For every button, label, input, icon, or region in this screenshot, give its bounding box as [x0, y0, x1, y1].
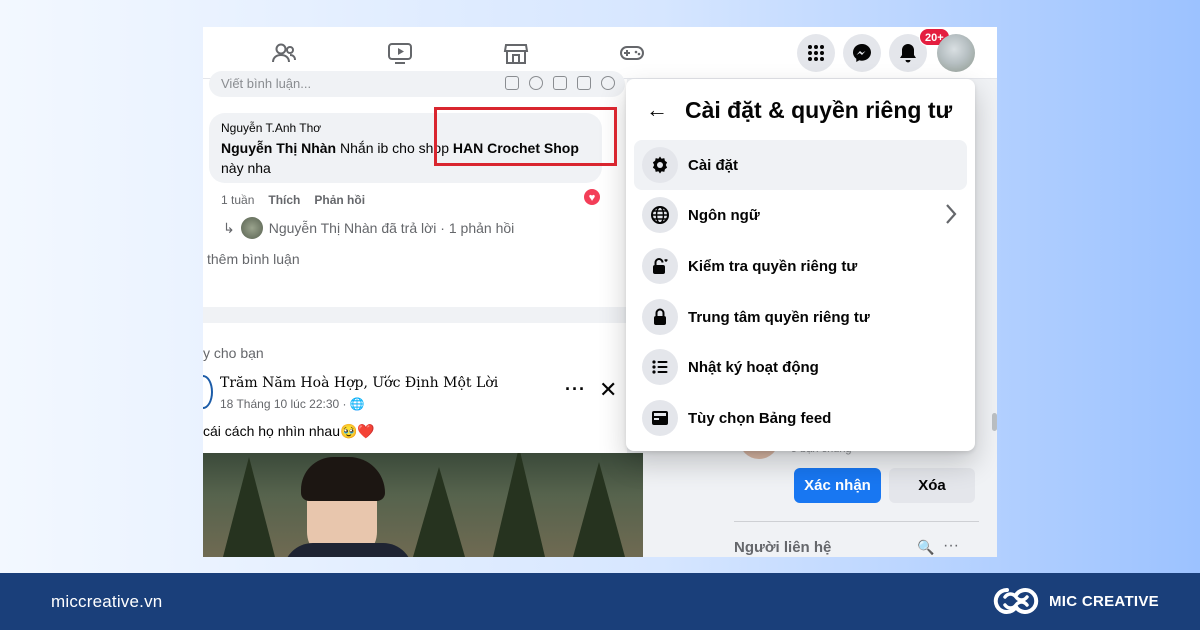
menu-item-language[interactable]: Ngôn ngữ — [634, 190, 967, 240]
suggested-label: y cho bạn — [203, 345, 264, 361]
menu-title: Cài đặt & quyền riêng tư — [685, 97, 953, 123]
comment-placeholder: Viết bình luận... — [221, 76, 312, 91]
contacts-heading: Người liên hệ — [734, 539, 832, 556]
reply-link[interactable]: Phản hồi — [314, 193, 365, 207]
gif-icon[interactable] — [577, 76, 591, 90]
scrollbar-thumb[interactable] — [992, 413, 997, 431]
comment-time[interactable]: 1 tuần — [221, 193, 254, 207]
comment-input[interactable]: Viết bình luận... — [209, 71, 625, 97]
like-link[interactable]: Thích — [268, 193, 300, 207]
gaming-icon[interactable] — [619, 41, 645, 65]
menu-item-label: Tùy chọn Bảng feed — [688, 409, 832, 427]
messenger-button[interactable] — [843, 34, 881, 72]
post-page-name[interactable]: Trăm Năm Hoà Hợp, Ước Định Một Lời — [220, 375, 498, 391]
comment-meta: 1 tuần Thích Phản hồi — [221, 193, 365, 207]
post-caption: cái cách họ nhìn nhau🥹❤️ — [203, 423, 375, 439]
reply-summary-text[interactable]: Nguyễn Thị Nhàn đã trả lời · 1 phản hồi — [269, 220, 515, 236]
highlight-box — [434, 107, 617, 166]
sticker-icon[interactable] — [601, 76, 615, 90]
comment-text-end: này nha — [221, 160, 271, 176]
more-comments-link[interactable]: thêm bình luận — [207, 251, 300, 267]
menu-item-feed-preferences[interactable]: Tùy chọn Bảng feed — [634, 393, 967, 443]
globe-icon: 🌐 — [349, 397, 365, 411]
profile-avatar[interactable] — [937, 34, 975, 72]
menu-item-label: Cài đặt — [688, 156, 739, 174]
footer-url[interactable]: miccreative.vn — [51, 592, 162, 612]
comment-tools — [505, 76, 615, 90]
reply-summary[interactable]: ↳ Nguyễn Thị Nhàn đã trả lời · 1 phản hồ… — [223, 217, 514, 239]
post-time-text[interactable]: 18 Tháng 10 lúc 22:30 · — [220, 397, 350, 411]
video-icon[interactable] — [387, 41, 413, 65]
confirm-request-button[interactable]: Xác nhận — [794, 468, 881, 503]
divider — [734, 521, 979, 522]
post-time[interactable]: 18 Tháng 10 lúc 22:30 · 🌐 — [220, 397, 365, 411]
reply-arrow-icon: ↳ — [223, 219, 235, 236]
menu-item-label: Ngôn ngữ — [688, 206, 760, 224]
footer-bar: miccreative.vn MIC CREATIVE — [0, 573, 1200, 630]
menu-item-activity-log[interactable]: Nhật ký hoạt động — [634, 342, 967, 392]
marketplace-icon[interactable] — [503, 41, 529, 65]
avatar-sticker-icon[interactable] — [505, 76, 519, 90]
messenger-icon — [853, 44, 871, 62]
list-icon — [642, 349, 678, 385]
chevron-right-icon — [945, 203, 957, 230]
lock-icon — [642, 299, 678, 335]
post-more-icon[interactable]: ··· — [565, 379, 586, 400]
menu-item-label: Nhật ký hoạt động — [688, 358, 819, 376]
menu-grid-button[interactable] — [797, 34, 835, 72]
post-photo[interactable] — [203, 453, 643, 557]
menu-item-label: Kiểm tra quyền riêng tư — [688, 257, 858, 275]
settings-privacy-menu: ← Cài đặt & quyền riêng tư Cài đặt Ngôn … — [626, 79, 975, 451]
mic-logo-icon — [993, 587, 1039, 614]
emoji-icon[interactable] — [529, 76, 543, 90]
brand-name: MIC CREATIVE — [1049, 592, 1159, 610]
contacts-more-icon[interactable]: ··· — [943, 537, 959, 555]
feed-icon — [642, 400, 678, 436]
globe-icon — [642, 197, 678, 233]
heart-reaction-icon[interactable]: ♥ — [583, 188, 601, 206]
bell-icon — [900, 44, 916, 63]
delete-request-button[interactable]: Xóa — [889, 468, 975, 503]
camera-icon[interactable] — [553, 76, 567, 90]
friends-icon[interactable] — [271, 41, 297, 65]
menu-item-settings[interactable]: Cài đặt — [634, 140, 967, 190]
replier-avatar — [240, 217, 263, 239]
lock-heart-icon — [642, 248, 678, 284]
brand: MIC CREATIVE — [993, 587, 1159, 615]
menu-item-privacy-checkup[interactable]: Kiểm tra quyền riêng tư — [634, 241, 967, 291]
post-close-icon[interactable]: ✕ — [599, 377, 617, 403]
comment-mention[interactable]: Nguyễn Thị Nhàn — [221, 140, 336, 156]
contacts-search-icon[interactable]: 🔍 — [917, 539, 934, 556]
back-arrow-icon[interactable]: ← — [646, 97, 668, 123]
menu-item-privacy-center[interactable]: Trung tâm quyền riêng tư — [634, 292, 967, 342]
menu-item-label: Trung tâm quyền riêng tư — [688, 308, 870, 326]
grid-icon — [808, 45, 824, 61]
gear-icon — [642, 147, 678, 183]
